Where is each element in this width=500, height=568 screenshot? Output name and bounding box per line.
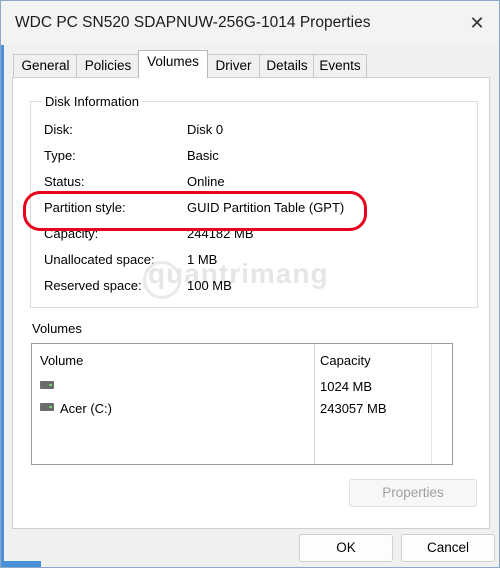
volume-name: Acer (C:)	[60, 401, 112, 416]
volumes-title: Volumes	[32, 321, 82, 336]
properties-window: WDC PC SN520 SDAPNUW-256G-1014 Propertie…	[0, 0, 500, 568]
drive-icon	[40, 381, 54, 389]
volume-column-header[interactable]: Volume	[40, 353, 83, 368]
volume-capacity: 1024 MB	[320, 379, 373, 394]
column-separator	[314, 344, 315, 464]
volumes-tab-panel: Disk Information Disk: Disk 0 Type: Basi…	[12, 77, 490, 529]
type-value: Basic	[187, 148, 219, 163]
reserved-space-value: 100 MB	[187, 278, 232, 293]
cancel-button[interactable]: Cancel	[401, 534, 495, 562]
type-label: Type:	[44, 148, 76, 163]
capacity-column-header[interactable]: Capacity	[320, 353, 371, 368]
status-label: Status:	[44, 174, 85, 189]
watermark-text: quantrimang	[148, 258, 329, 289]
window-title: WDC PC SN520 SDAPNUW-256G-1014 Propertie…	[15, 14, 371, 31]
tab-general[interactable]: General	[13, 54, 78, 77]
disk-label: Disk:	[44, 122, 73, 137]
tab-details[interactable]: Details	[259, 54, 315, 77]
drive-icon	[40, 403, 54, 411]
tab-volumes[interactable]: Volumes	[138, 50, 208, 78]
tab-events[interactable]: Events	[313, 54, 367, 77]
disk-value: Disk 0	[187, 122, 224, 137]
status-value: Online	[187, 174, 225, 189]
unallocated-space-label: Unallocated space:	[44, 252, 155, 267]
title-bar[interactable]: WDC PC SN520 SDAPNUW-256G-1014 Propertie…	[1, 1, 499, 45]
partition-style-highlight	[23, 191, 367, 231]
ok-button[interactable]: OK	[299, 534, 393, 562]
reserved-space-label: Reserved space:	[44, 278, 142, 293]
close-icon[interactable]: ✕	[465, 13, 489, 33]
tab-policies[interactable]: Policies	[76, 54, 140, 77]
tab-driver[interactable]: Driver	[206, 54, 261, 77]
window-accent-edge	[1, 1, 4, 567]
properties-button: Properties	[349, 479, 477, 507]
window-accent-corner	[1, 561, 41, 567]
volume-capacity: 243057 MB	[320, 401, 387, 416]
disk-information-title: Disk Information	[42, 94, 142, 109]
volumes-list[interactable]: Volume Capacity 1024 MB Acer (C:) 243057…	[31, 343, 453, 465]
list-scroll-area[interactable]	[431, 344, 452, 464]
